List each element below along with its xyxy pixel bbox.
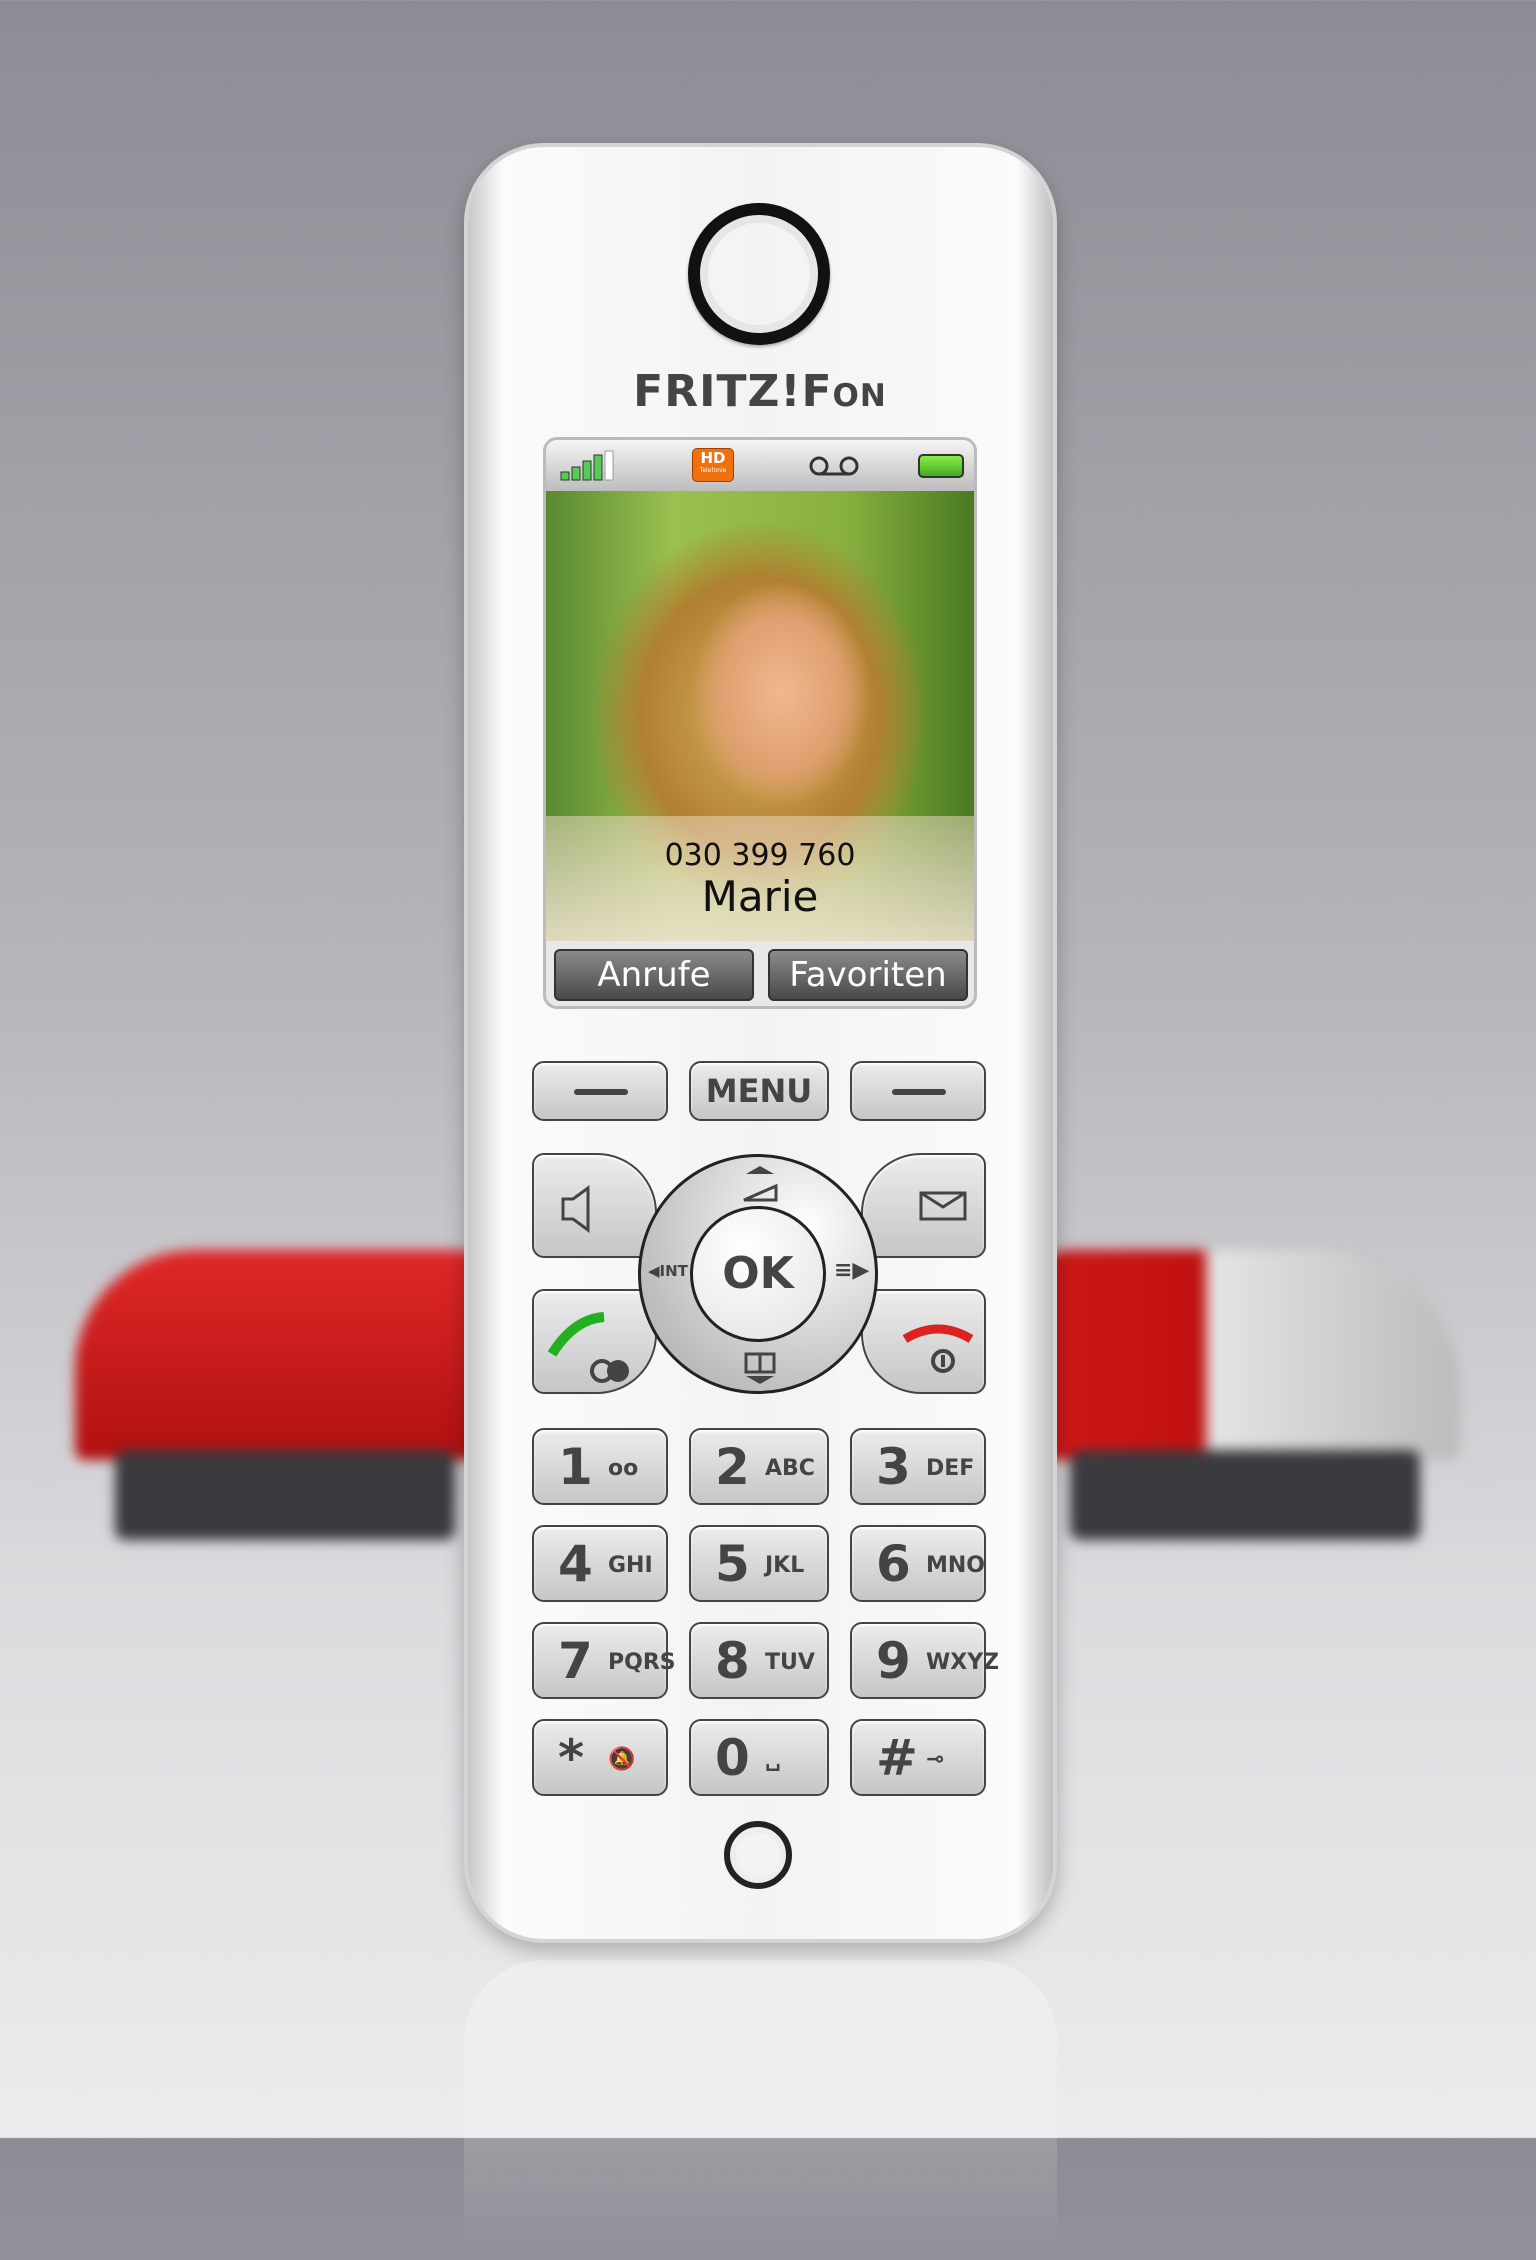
anrufe-softkey[interactable]: Anrufe	[554, 949, 754, 1001]
key-digit: 9	[876, 1632, 911, 1690]
key-8[interactable]: 8 TUV	[689, 1622, 829, 1699]
dash-icon	[892, 1089, 946, 1095]
key-letters: TUV	[765, 1650, 815, 1675]
call-green-icon	[547, 1312, 629, 1383]
phone-display: HD Telefonie 030 399 760 Marie Anrufe Fa…	[543, 437, 977, 1009]
status-bar: HD Telefonie	[546, 440, 974, 491]
call-button[interactable]	[532, 1289, 657, 1394]
menu-button[interactable]: MENU	[689, 1061, 829, 1121]
key-digit: #	[876, 1729, 918, 1787]
key-2[interactable]: 2 ABC	[689, 1428, 829, 1505]
key-9[interactable]: 9 WXYZ	[850, 1622, 999, 1699]
voicemail-icon	[809, 456, 859, 476]
key-letters: PQRS	[608, 1650, 676, 1675]
intercom-left-arrow[interactable]: ◀INT	[648, 1262, 688, 1280]
hd-label: HD	[700, 449, 726, 467]
contact-name: Marie	[701, 872, 819, 921]
messages-button[interactable]	[861, 1153, 986, 1258]
key-letters: ␣	[765, 1747, 781, 1772]
volume-up-icon[interactable]	[740, 1164, 780, 1204]
key-digit: 5	[715, 1535, 750, 1593]
phone-reflection	[464, 1960, 1057, 2260]
key-1[interactable]: 1 oo	[532, 1428, 668, 1505]
end-call-button[interactable]	[861, 1289, 986, 1394]
router-background-left	[75, 1230, 495, 1550]
key-digit: 3	[876, 1438, 911, 1496]
key-7[interactable]: 7 PQRS	[532, 1622, 676, 1699]
key-10[interactable]: * 🔕	[532, 1719, 668, 1796]
key-letters: MNO	[926, 1553, 986, 1578]
router-background-right	[1030, 1230, 1460, 1550]
softkey-bar: Anrufe Favoriten	[546, 941, 974, 1006]
favoriten-softkey[interactable]: Favoriten	[768, 949, 968, 1001]
key-4[interactable]: 4 GHI	[532, 1525, 668, 1602]
int-label: INT	[659, 1262, 688, 1280]
envelope-icon	[919, 1191, 967, 1221]
phonebook-icon[interactable]	[740, 1350, 780, 1386]
key-digit: 2	[715, 1438, 750, 1496]
key-6[interactable]: 6 MNO	[850, 1525, 986, 1602]
dash-icon	[574, 1089, 628, 1095]
key-digit: *	[558, 1729, 585, 1787]
key-digit: 4	[558, 1535, 593, 1593]
key-letters: GHI	[608, 1553, 653, 1578]
key-11[interactable]: 0 ␣	[689, 1719, 829, 1796]
earpiece-icon	[688, 203, 830, 345]
hd-sub-label: Telefonie	[699, 467, 727, 474]
brand-logo: FRITZ!Fon	[633, 366, 887, 417]
ok-button[interactable]: OK	[690, 1206, 826, 1342]
microphone-icon	[724, 1821, 792, 1889]
key-12[interactable]: # ⊸	[850, 1719, 986, 1796]
key-letters: oo	[608, 1456, 639, 1481]
key-digit: 1	[558, 1438, 593, 1496]
left-softkey-button[interactable]	[532, 1061, 668, 1121]
key-digit: 7	[558, 1632, 593, 1690]
key-letters: JKL	[765, 1553, 805, 1578]
end-call-red-icon	[903, 1324, 973, 1373]
key-letters: WXYZ	[926, 1650, 1000, 1675]
hd-telephony-icon: HD Telefonie	[692, 448, 734, 482]
key-digit: 0	[715, 1729, 750, 1787]
key-digit: 8	[715, 1632, 750, 1690]
key-5[interactable]: 5 JKL	[689, 1525, 829, 1602]
speaker-icon	[561, 1185, 590, 1233]
key-letters: DEF	[926, 1456, 975, 1481]
menu-list-right-arrow-icon[interactable]: ≡▶	[834, 1258, 869, 1283]
battery-icon	[918, 454, 964, 478]
speaker-button[interactable]	[532, 1153, 657, 1258]
key-3[interactable]: 3 DEF	[850, 1428, 986, 1505]
key-digit: 6	[876, 1535, 911, 1593]
right-softkey-button[interactable]	[850, 1061, 986, 1121]
contact-number: 030 399 760	[664, 838, 856, 873]
signal-strength-icon	[560, 450, 614, 481]
key-letters: ⊸	[926, 1747, 945, 1772]
key-letters: ABC	[765, 1456, 815, 1481]
key-letters: 🔕	[608, 1747, 636, 1772]
